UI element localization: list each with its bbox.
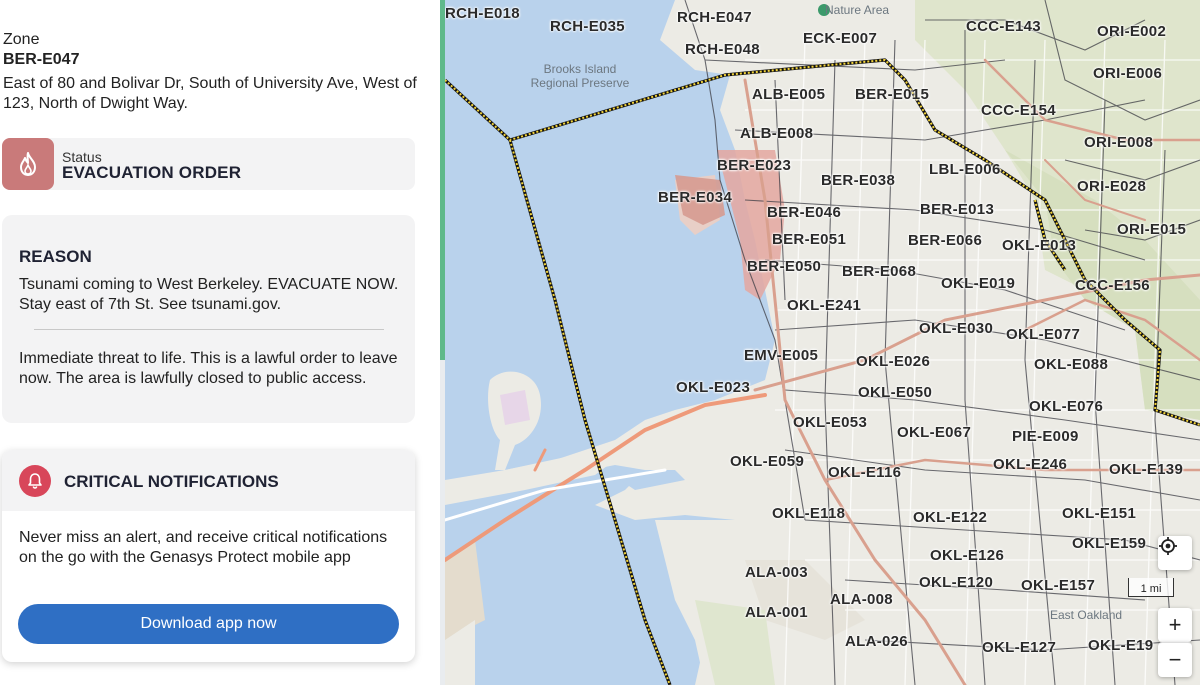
zone-label-map[interactable]: ORI-E008 bbox=[1084, 134, 1153, 151]
zone-label-map[interactable]: BER-E046 bbox=[767, 204, 841, 221]
zone-label-map[interactable]: BER-E068 bbox=[842, 263, 916, 280]
zone-label-map[interactable]: ALA-001 bbox=[745, 604, 808, 621]
zone-label: Zone bbox=[3, 31, 40, 48]
map-scale: 1 mi bbox=[1128, 578, 1174, 597]
zone-label-map[interactable]: OKL-E050 bbox=[858, 384, 932, 401]
zone-label-map[interactable]: BER-E015 bbox=[855, 86, 929, 103]
status-card: Status EVACUATION ORDER bbox=[2, 138, 415, 190]
zone-label-map[interactable]: RCH-E018 bbox=[445, 5, 520, 22]
zone-label-map[interactable]: OKL-E067 bbox=[897, 424, 971, 441]
zone-label-map[interactable]: OKL-E118 bbox=[772, 505, 845, 522]
map-labels: Brooks Island Regional Preserve Nature A… bbox=[445, 0, 1200, 685]
zone-label-map[interactable]: BER-E034 bbox=[658, 189, 732, 206]
status-value: EVACUATION ORDER bbox=[62, 163, 242, 182]
zone-label-map[interactable]: OKL-E088 bbox=[1034, 356, 1108, 373]
download-app-button[interactable]: Download app now bbox=[18, 604, 399, 644]
zone-label-map[interactable]: OKL-E053 bbox=[793, 414, 867, 431]
notifications-text: Never miss an alert, and receive critica… bbox=[19, 529, 388, 566]
zone-description: East of 80 and Bolivar Dr, South of Univ… bbox=[3, 75, 417, 112]
notifications-title: CRITICAL NOTIFICATIONS bbox=[64, 472, 279, 491]
place-label-brooks-island: Brooks Island Regional Preserve bbox=[530, 62, 630, 90]
zone-label-map[interactable]: ORI-E006 bbox=[1093, 65, 1162, 82]
zone-label-map[interactable]: PIE-E009 bbox=[1012, 428, 1079, 445]
zone-label-map[interactable]: CCC-E143 bbox=[966, 18, 1041, 35]
zone-label-map[interactable]: OKL-E076 bbox=[1029, 398, 1103, 415]
bell-icon bbox=[19, 465, 51, 497]
zone-label-map[interactable]: OKL-E126 bbox=[930, 547, 1004, 564]
zone-label-map[interactable]: ALA-003 bbox=[745, 564, 808, 581]
zone-label-map[interactable]: OKL-E023 bbox=[676, 379, 750, 396]
zone-label-map[interactable]: ALA-026 bbox=[845, 633, 908, 650]
zone-label-map[interactable]: RCH-E047 bbox=[677, 9, 752, 26]
zone-label-map[interactable]: OKL-E127 bbox=[982, 639, 1056, 656]
place-label-east-oakland: East Oakland bbox=[1050, 608, 1123, 622]
zone-label-map[interactable]: OKL-E19 bbox=[1088, 637, 1153, 654]
divider bbox=[34, 329, 384, 330]
zone-label-map[interactable]: ALB-E005 bbox=[752, 86, 825, 103]
zone-label-map[interactable]: BER-E013 bbox=[920, 201, 994, 218]
zone-label-map[interactable]: ORI-E028 bbox=[1077, 178, 1146, 195]
zone-label-map[interactable]: OKL-E139 bbox=[1109, 461, 1183, 478]
notifications-header: CRITICAL NOTIFICATIONS bbox=[2, 450, 415, 511]
locate-me-button[interactable] bbox=[1158, 536, 1192, 570]
zone-label-map[interactable]: OKL-E241 bbox=[787, 297, 861, 314]
zone-label-map[interactable]: RCH-E035 bbox=[550, 18, 625, 35]
zone-label-map[interactable]: OKL-E116 bbox=[828, 464, 901, 481]
reason-title: REASON bbox=[19, 247, 92, 266]
zoom-out-button[interactable]: − bbox=[1158, 642, 1192, 677]
reason-text: Tsunami coming to West Berkeley. EVACUAT… bbox=[19, 276, 399, 313]
zoom-in-button[interactable]: + bbox=[1158, 608, 1192, 642]
zone-label-map[interactable]: ORI-E002 bbox=[1097, 23, 1166, 40]
zone-label-map[interactable]: CCC-E156 bbox=[1075, 277, 1150, 294]
zone-label-map[interactable]: OKL-E122 bbox=[913, 509, 987, 526]
crosshair-icon bbox=[1159, 537, 1177, 555]
zone-label-map[interactable]: OKL-E151 bbox=[1062, 505, 1136, 522]
zone-label-map[interactable]: OKL-E030 bbox=[919, 320, 993, 337]
zone-label-map[interactable]: OKL-E019 bbox=[941, 275, 1015, 292]
zone-label-map[interactable]: BER-E051 bbox=[772, 231, 846, 248]
zone-label-map[interactable]: OKL-E159 bbox=[1072, 535, 1146, 552]
zone-label-map[interactable]: RCH-E048 bbox=[685, 41, 760, 58]
zone-label-map[interactable]: LBL-E006 bbox=[929, 161, 1001, 178]
zone-label-map[interactable]: OKL-E157 bbox=[1021, 577, 1095, 594]
zone-label-map[interactable]: OKL-E120 bbox=[919, 574, 993, 591]
place-label-nature-area: Nature Area bbox=[825, 3, 890, 17]
zone-label-map[interactable]: OKL-E077 bbox=[1006, 326, 1080, 343]
zone-id: BER-E047 bbox=[3, 51, 80, 68]
zone-label-map[interactable]: OKL-E013 bbox=[1002, 237, 1076, 254]
fire-icon bbox=[2, 138, 54, 190]
zone-label-map[interactable]: BER-E066 bbox=[908, 232, 982, 249]
zone-label-map[interactable]: OKL-E026 bbox=[856, 353, 930, 370]
zone-label-map[interactable]: BER-E050 bbox=[747, 258, 821, 275]
zone-label-map[interactable]: ALA-008 bbox=[830, 591, 893, 608]
zone-label-map[interactable]: CCC-E154 bbox=[981, 102, 1056, 119]
zone-label-map[interactable]: BER-E023 bbox=[717, 157, 791, 174]
zone-label-map[interactable]: ALB-E008 bbox=[740, 125, 813, 142]
zone-details-panel: Zone BER-E047 East of 80 and Bolivar Dr,… bbox=[0, 0, 440, 685]
reason-detail: Immediate threat to life. This is a lawf… bbox=[19, 350, 398, 387]
zone-label-map[interactable]: ECK-E007 bbox=[803, 30, 877, 47]
zone-label-map[interactable]: BER-E038 bbox=[821, 172, 895, 189]
zone-label-map[interactable]: OKL-E059 bbox=[730, 453, 804, 470]
zone-label-map[interactable]: ORI-E015 bbox=[1117, 221, 1186, 238]
zone-label-map[interactable]: EMV-E005 bbox=[744, 347, 818, 364]
map-view[interactable]: Brooks Island Regional Preserve Nature A… bbox=[445, 0, 1200, 685]
notifications-card: CRITICAL NOTIFICATIONS Never miss an ale… bbox=[2, 450, 415, 662]
zone-label-map[interactable]: OKL-E246 bbox=[993, 456, 1067, 473]
reason-card: REASON Tsunami coming to West Berkeley. … bbox=[2, 215, 415, 423]
